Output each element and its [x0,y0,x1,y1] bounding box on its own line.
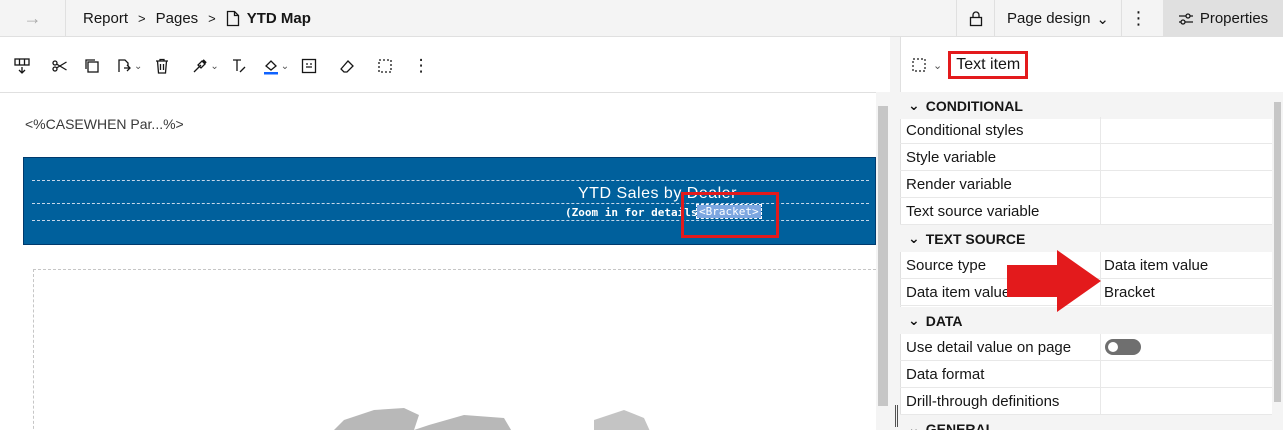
band-guide-line [32,180,869,181]
insert-table-icon [14,58,30,74]
page-design-dropdown[interactable]: Page design ⌄ [994,0,1121,37]
section-data-label: DATA [925,312,963,329]
text-format-icon [232,59,246,73]
data-format-button[interactable] [293,50,325,82]
cut-button[interactable] [44,50,76,82]
splitter-grip-icon[interactable] [895,405,898,427]
scissors-icon [52,60,67,72]
current-page-label: YTD Map [246,9,311,27]
paste-icon [118,59,131,72]
section-general-label: GENERAL [925,420,995,430]
prop-label: Style variable [900,143,1101,171]
chevron-down-icon: ⌄ [908,230,920,246]
properties-label: Properties [1199,10,1269,27]
panel-scrollbar[interactable] [1272,92,1283,430]
conditional-block-label[interactable]: <%CASEWHEN Par...%> [25,116,184,132]
forward-arrow-icon[interactable]: → [0,0,66,37]
section-general[interactable]: ⌄ GENERAL [900,415,1272,430]
delete-button[interactable] [146,50,178,82]
page-design-label: Page design [1007,10,1091,27]
prop-row-data-format[interactable]: Data format [900,360,1272,388]
text-format-button[interactable] [223,50,255,82]
prop-label: Text source variable [900,197,1101,225]
chevron-right-icon: > [138,10,146,26]
toolbar: ⌄ ⌄ ⌄ ⋮ [0,45,880,87]
eyedropper-icon [193,59,208,73]
prop-row-render-variable[interactable]: Render variable [900,170,1272,198]
section-conditional[interactable]: ⌄ CONDITIONAL [900,92,1272,119]
chevron-down-icon: ⌄ [908,312,920,328]
prop-label: Conditional styles [900,116,1101,144]
trash-icon [156,58,169,74]
canvas-scrollbar[interactable] [876,92,890,430]
top-bar: → Report > Pages > YTD Map Page design ⌄… [0,0,1283,37]
prop-value[interactable]: Data item value [1101,257,1208,274]
lock-icon [969,11,982,27]
breadcrumb-current-page: YTD Map [226,10,311,27]
kebab-icon: ⋮ [412,56,430,75]
copy-icon [85,59,99,73]
insert-table-button[interactable] [6,50,38,82]
chevron-down-icon: ⌄ [1096,10,1109,28]
prop-label: Use detail value on page [900,333,1101,361]
prop-row-conditional-styles[interactable]: Conditional styles [900,116,1272,144]
canvas-scrollbar-thumb[interactable] [878,106,888,406]
data-format-icon [302,58,317,74]
lock-button[interactable] [956,0,994,37]
prop-row-style-variable[interactable]: Style variable [900,143,1272,171]
breadcrumb-report[interactable]: Report [83,10,128,27]
panel-scrollbar-thumb[interactable] [1274,102,1281,402]
toolbar-more-button[interactable]: ⋮ [405,50,437,82]
prop-row-use-detail-value[interactable]: Use detail value on page [900,333,1272,361]
panel-splitter[interactable] [890,37,900,430]
breadcrumb-pages[interactable]: Pages [156,10,199,27]
properties-header: ⌄ Text item [901,37,1283,93]
paint-bucket-icon [263,60,278,75]
annotation-arrow-icon [1007,250,1101,312]
clear-format-button[interactable] [331,50,363,82]
fill-color-chevron-icon[interactable]: ⌄ [281,61,289,72]
properties-button[interactable]: Properties [1163,0,1283,37]
map-container[interactable] [33,269,876,430]
prop-label: Drill-through definitions [900,387,1101,415]
select-ancestor-icon[interactable] [911,57,927,73]
breadcrumb: Report > Pages > YTD Map [66,0,311,37]
chevron-down-icon: ⌄ [908,97,920,113]
pick-style-chevron-icon[interactable]: ⌄ [210,61,218,72]
prop-row-drill-through[interactable]: Drill-through definitions [900,387,1272,415]
prop-label: Data format [900,360,1101,388]
chevron-down-icon[interactable]: ⌄ [933,59,942,72]
chevron-right-icon: > [208,10,216,26]
eraser-icon [340,60,355,73]
highlight-box-bracket [681,192,779,238]
prop-value[interactable]: Bracket [1101,284,1155,301]
section-text-source-label: TEXT SOURCE [925,230,1026,247]
paste-dropdown-chevron-icon[interactable]: ⌄ [134,61,142,72]
copy-button[interactable] [76,50,108,82]
world-map-image [334,408,650,430]
select-ancestor-button[interactable] [369,50,401,82]
sliders-icon [1178,12,1193,25]
use-detail-value-toggle[interactable] [1105,339,1141,355]
prop-label: Render variable [900,170,1101,198]
prop-row-text-source-variable[interactable]: Text source variable [900,197,1272,225]
more-options-button[interactable]: ⋮ [1121,0,1155,37]
chevron-down-icon: ⌄ [908,420,920,430]
kebab-icon: ⋮ [1129,8,1148,28]
section-conditional-label: CONDITIONAL [925,97,1023,114]
object-type-label: Text item [948,51,1029,79]
select-ancestor-icon [378,59,392,73]
page-icon [226,10,239,26]
